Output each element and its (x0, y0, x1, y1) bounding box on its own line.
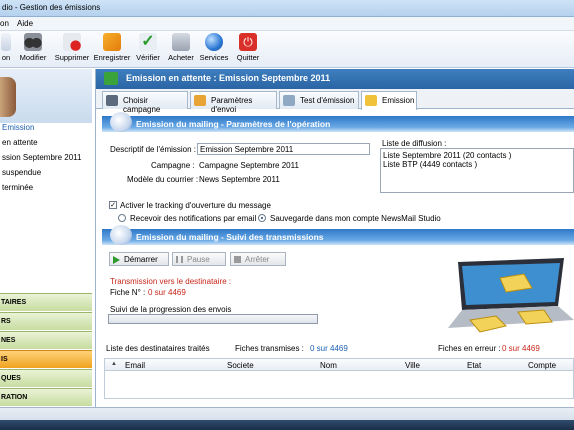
modify-button[interactable]: Modifier (16, 33, 50, 66)
sort-icon[interactable]: ▲ (111, 361, 117, 367)
col-societe[interactable]: Societe (227, 361, 254, 370)
quit-button[interactable]: ⏻ Quitter (235, 33, 261, 66)
services-button[interactable]: Services (199, 33, 229, 66)
menu-item-aide[interactable]: Aide (17, 19, 33, 28)
tab-test[interactable]: Test d'émission (279, 91, 359, 109)
laptop-envelopes-image (448, 258, 574, 333)
sidebar-group-6[interactable]: RATION (0, 388, 92, 406)
sidebar-group-4[interactable]: IS (0, 350, 92, 368)
errors-label: Fiches en erreur : (438, 344, 501, 353)
tab-send-params[interactable]: Paramètres d'envoi (190, 91, 277, 114)
sidebar-group-1[interactable]: TAIRES (0, 293, 92, 311)
sidebar-group-3[interactable]: NES (0, 331, 92, 349)
tracking-label: Activer le tracking d'ouverture du messa… (120, 201, 271, 210)
col-etat[interactable]: Etat (467, 361, 481, 370)
stop-button[interactable]: Arrêter (230, 252, 286, 266)
pause-icon (176, 256, 183, 263)
sidebar-item-emission[interactable]: Emission (0, 123, 92, 135)
tracking-checkbox[interactable]: ✓ (109, 201, 117, 209)
progress-bar (108, 314, 318, 324)
sent-value: 0 sur 4469 (310, 344, 348, 353)
col-email[interactable]: Email (125, 361, 145, 370)
title-bar: dio - Gestion des émissions (0, 0, 574, 17)
envelope-icon (365, 95, 377, 106)
window-title: dio - Gestion des émissions (2, 3, 101, 12)
model-value: News Septembre 2011 (199, 175, 280, 184)
model-label: Modèle du courrier : (127, 175, 199, 184)
menu-item-fichier[interactable]: on (0, 19, 9, 28)
taskbar (0, 420, 574, 430)
sidebar-header (0, 69, 92, 123)
mailing-params-icon (110, 112, 132, 132)
list-item[interactable]: Liste Septembre 2011 (20 contacts ) (383, 151, 511, 160)
params-section-header: Emission du mailing - Paramètres de l'op… (102, 112, 574, 132)
sidebar-group-2[interactable]: RS (0, 312, 92, 330)
page-title: Emission en attente : Emission Septembre… (126, 73, 331, 83)
sent-label: Fiches transmises : (235, 344, 304, 353)
tab-emission[interactable]: Emission (361, 91, 417, 110)
menu-bar: on Aide (0, 17, 574, 31)
buy-button[interactable]: Acheter (167, 33, 195, 66)
distribution-list[interactable]: Liste Septembre 2011 (20 contacts ) List… (380, 148, 574, 193)
sidebar-item-pending[interactable]: en attente (0, 138, 92, 150)
campaign-value: Campagne Septembre 2011 (199, 161, 299, 170)
stop-icon (234, 256, 241, 263)
recipients-table[interactable] (104, 371, 574, 399)
sidebar-item-suspended[interactable]: suspendue (0, 168, 92, 180)
desc-label: Descriptif de l'émission : (110, 145, 196, 154)
laptop-illustration (440, 258, 574, 336)
tracking-icon (110, 225, 132, 245)
folder-icon (106, 95, 118, 106)
toolbar: on Modifier Supprimer Enregistrer ✓ Véri… (0, 31, 574, 68)
main-header: Emission en attente : Emission Septembre… (96, 69, 574, 89)
notify-email-radio[interactable] (118, 214, 126, 222)
list-label: Liste de diffusion : (382, 139, 447, 148)
fiche-label: Fiche N° : (110, 288, 146, 297)
sidebar: Emission en attente ssion Septembre 2011… (0, 69, 96, 407)
play-icon (113, 256, 120, 264)
recipients-label: Liste des destinataires traités (106, 344, 210, 353)
col-nom[interactable]: Nom (320, 361, 337, 370)
start-button[interactable]: Démarrer (109, 252, 169, 266)
delete-icon (63, 33, 81, 51)
recipients-table-header: ▲ Email Societe Nom Ville Etat Compte re… (104, 358, 574, 379)
progress-label: Suivi de la progression des envois (110, 305, 232, 314)
sidebar-group-5[interactable]: QUES (0, 369, 92, 387)
transmission-to-label: Transmission vers le destinataire : (110, 277, 232, 286)
desc-input[interactable]: Emission Septembre 2011 (197, 143, 370, 155)
tab-bar: Choisir campagne Paramètres d'envoi Test… (96, 89, 574, 114)
check-icon: ✓ (139, 33, 157, 51)
new-icon (1, 33, 11, 51)
save-account-label: Sauvegarde dans mon compte NewsMail Stud… (270, 214, 441, 223)
globe-icon (205, 33, 223, 51)
user-avatar (0, 77, 16, 117)
sidebar-item-september[interactable]: ssion Septembre 2011 (0, 153, 92, 165)
errors-value: 0 sur 4469 (502, 344, 540, 353)
col-ville[interactable]: Ville (405, 361, 420, 370)
transmissions-section-header: Emission du mailing - Suivi des transmis… (102, 225, 574, 245)
back-arrow-icon[interactable] (104, 72, 118, 85)
cart-icon (172, 33, 190, 51)
notify-email-label: Recevoir des notifications par email (130, 214, 257, 223)
tab-choose-campaign[interactable]: Choisir campagne (102, 91, 188, 114)
save-account-radio[interactable] (258, 214, 266, 222)
binoculars-icon (24, 33, 42, 51)
fiche-value: 0 sur 4469 (148, 288, 186, 297)
check-button[interactable]: ✓ Vérifier (134, 33, 162, 66)
power-icon: ⏻ (239, 33, 257, 51)
sidebar-item-finished[interactable]: terminée (0, 183, 92, 195)
campaign-label: Campagne : (151, 161, 195, 170)
save-button[interactable]: Enregistrer (93, 33, 131, 66)
settings-icon (194, 95, 206, 106)
person-icon (283, 95, 295, 106)
list-item[interactable]: Liste BTP (4449 contacts ) (383, 160, 477, 169)
delete-button[interactable]: Supprimer (52, 33, 92, 66)
new-button[interactable]: on (0, 33, 12, 66)
save-icon (103, 33, 121, 51)
pause-button[interactable]: Pause (172, 252, 226, 266)
